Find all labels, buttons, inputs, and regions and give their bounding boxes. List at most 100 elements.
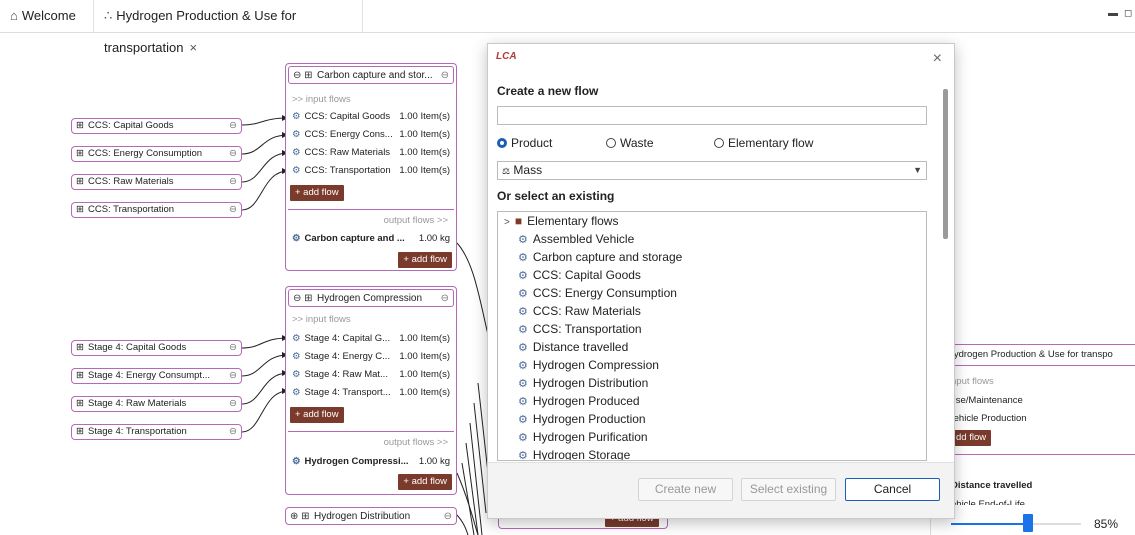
add-output-flow-button[interactable]: + add flow <box>398 474 452 490</box>
radio-elementary-flow[interactable]: Elementary flow <box>714 136 813 150</box>
tree-item[interactable]: ⚙ Carbon capture and storage <box>518 248 682 266</box>
add-input-flow-button[interactable]: + add flow <box>290 407 344 423</box>
output-flow-row[interactable]: ⚙ Carbon capture and ... 1.00 kg <box>292 230 450 248</box>
flow-icon: ⚙ <box>518 288 528 300</box>
output-flow-row[interactable]: ⚙ Hydrogen Compressi... 1.00 kg <box>292 453 450 471</box>
tab-welcome[interactable]: ⌂ Welcome <box>10 0 76 32</box>
tree-label: Distance travelled <box>532 340 629 354</box>
select-existing-button[interactable]: Select existing <box>741 478 836 501</box>
collapse-icon[interactable]: ⊖ <box>229 175 237 189</box>
input-flow-row[interactable]: ⚙ CCS: Raw Materials 1.00 Item(s) <box>292 144 450 162</box>
tree-item[interactable]: ⚙ CCS: Raw Materials <box>518 302 641 320</box>
node-hydrogen-compression[interactable]: ⊖ ⊞ Hydrogen Compression ⊖ >> input flows … <box>285 286 457 495</box>
flow-icon: ⚙ <box>518 306 528 318</box>
flow-amount: 1.00 Item(s) <box>399 111 450 122</box>
tab-hydrogen-model[interactable]: ∴ Hydrogen Production & Use for transport… <box>93 0 363 55</box>
cancel-button[interactable]: Cancel <box>845 478 940 501</box>
process-icon: ⊞ <box>76 342 84 353</box>
input-flow-row[interactable]: ⚙ CCS: Energy Cons... 1.00 Item(s) <box>292 126 450 144</box>
node-header[interactable]: ⊕ ⊞ Hydrogen Distribution ⊖ <box>286 508 456 524</box>
flow-name: CCS: Capital Goods <box>304 111 391 122</box>
radio-waste[interactable]: Waste <box>606 136 654 150</box>
tree-item[interactable]: ⚙ CCS: Energy Consumption <box>518 284 677 302</box>
flow-name: CCS: Transportation <box>304 165 391 176</box>
collapse-icon[interactable]: ⊖ <box>229 425 237 439</box>
add-input-flow-button[interactable]: + add flow <box>290 185 344 201</box>
input-flow-row[interactable]: ⚙ Stage 4: Capital G... 1.00 Item(s) <box>292 330 450 348</box>
collapse-icon[interactable]: ⊖ <box>444 508 452 524</box>
node-label: Stage 4: Raw Materials <box>88 398 187 409</box>
process-icon: ⊞ <box>76 120 84 131</box>
flow-icon: ⚙ <box>518 342 528 354</box>
create-new-button[interactable]: Create new <box>638 478 733 501</box>
collapse-icon[interactable]: ⊖ <box>229 119 237 133</box>
collapse-icon[interactable]: ⊖ <box>229 341 237 355</box>
flow-icon: ⚙ <box>292 233 301 244</box>
output-flow-row[interactable]: Distance travelled <box>951 480 1032 491</box>
collapse-icon[interactable]: ⊖ <box>229 397 237 411</box>
node-stage4-energy[interactable]: ⊞ Stage 4: Energy Consumpt... ⊖ <box>71 368 242 384</box>
node-stage4-capital-goods[interactable]: ⊞ Stage 4: Capital Goods ⊖ <box>71 340 242 356</box>
add-flow-button[interactable]: dd flow <box>951 430 992 446</box>
close-icon[interactable]: × <box>933 50 942 68</box>
node-carbon-capture[interactable]: ⊖ ⊞ Carbon capture and stor... ⊖ >> input … <box>285 63 457 271</box>
input-flow-row[interactable]: ⚙ Stage 4: Raw Mat... 1.00 Item(s) <box>292 366 450 384</box>
tree-item[interactable]: ⚙ CCS: Transportation <box>518 320 642 338</box>
tree-item[interactable]: ⚙ CCS: Capital Goods <box>518 266 641 284</box>
node-ccs-capital-goods[interactable]: ⊞ CCS: Capital Goods ⊖ <box>71 118 242 134</box>
flow-amount: 1.00 Item(s) <box>399 351 450 362</box>
flow-amount: 1.00 Item(s) <box>399 333 450 344</box>
flow-icon: ⚙ <box>292 147 301 158</box>
tree-item[interactable]: ⚙ Hydrogen Storage <box>518 446 631 461</box>
collapse-icon[interactable]: ⊖ <box>229 369 237 383</box>
tree-label: Elementary flows <box>527 214 619 228</box>
tree-item[interactable]: ⚙ Distance travelled <box>518 338 628 356</box>
flow-name: Stage 4: Raw Mat... <box>304 369 388 380</box>
tree-label: Hydrogen Produced <box>532 394 640 408</box>
flow-amount: 1.00 kg <box>418 233 450 244</box>
node-header[interactable]: ⊞Hydrogen Production & Use for transpo <box>931 344 1135 366</box>
dialog-scrollbar[interactable] <box>943 89 948 239</box>
collapse-icon[interactable]: ⊖ <box>229 147 237 161</box>
node-stage4-raw-materials[interactable]: ⊞ Stage 4: Raw Materials ⊖ <box>71 396 242 412</box>
flow-name-input[interactable] <box>497 106 927 125</box>
output-flow-row-partial: ehicle End-of-Life <box>951 499 1025 505</box>
node-header[interactable]: ⊖ ⊞ Carbon capture and stor... ⊖ <box>288 66 454 84</box>
collapse-icon[interactable]: ⊖ <box>441 290 449 306</box>
tree-folder-elementary-flows[interactable]: > ■ Elementary flows <box>504 212 618 230</box>
tree-item[interactable]: ⚙ Hydrogen Compression <box>518 356 659 374</box>
collapse-icon[interactable]: ⊖ <box>229 203 237 217</box>
tree-item[interactable]: ⚙ Hydrogen Distribution <box>518 374 648 392</box>
input-flow-row[interactable]: ⚙ Stage 4: Transport... 1.00 Item(s) <box>292 384 450 402</box>
flow-property-select[interactable]: ⚖ Mass ▼ <box>497 161 927 180</box>
radio-product[interactable]: Product <box>497 136 552 150</box>
tree-label: CCS: Energy Consumption <box>532 286 677 300</box>
tree-item[interactable]: ⚙ Assembled Vehicle <box>518 230 634 248</box>
zoom-slider-thumb[interactable] <box>1023 514 1033 532</box>
node-hydrogen-distribution[interactable]: ⊕ ⊞ Hydrogen Distribution ⊖ <box>285 507 457 525</box>
process-icon: ⊞ <box>76 176 84 187</box>
input-flow-row[interactable]: Jse/Maintenance <box>951 395 1023 406</box>
tree-item[interactable]: ⚙ Hydrogen Production <box>518 410 646 428</box>
minimize-icon[interactable]: ▬ <box>1108 8 1118 19</box>
input-flow-row[interactable]: ⚙ Stage 4: Energy C... 1.00 Item(s) <box>292 348 450 366</box>
node-header[interactable]: ⊖ ⊞ Hydrogen Compression ⊖ <box>288 289 454 307</box>
divider <box>288 209 454 210</box>
existing-flows-tree[interactable]: > ■ Elementary flows ⚙ Assembled Vehicle ⚙ C… <box>497 211 927 461</box>
tree-item[interactable]: ⚙ Hydrogen Produced <box>518 392 640 410</box>
add-output-flow-button[interactable]: + add flow <box>398 252 452 268</box>
node-ccs-energy-consumption[interactable]: ⊞ CCS: Energy Consumption ⊖ <box>71 146 242 162</box>
node-ccs-raw-materials[interactable]: ⊞ CCS: Raw Materials ⊖ <box>71 174 242 190</box>
input-flow-row[interactable]: /ehicle Production <box>951 413 1027 424</box>
tree-label: Hydrogen Storage <box>532 448 631 461</box>
node-ccs-transportation[interactable]: ⊞ CCS: Transportation ⊖ <box>71 202 242 218</box>
editor-tab-bar: ⌂ Welcome ∴ Hydrogen Production & Use for … <box>0 0 1135 55</box>
tree-item[interactable]: ⚙ Hydrogen Purification <box>518 428 648 446</box>
graph-icon: ∴ <box>104 8 113 23</box>
maximize-icon[interactable]: ◻ <box>1124 8 1132 19</box>
flow-icon: ⚙ <box>292 387 301 398</box>
input-flow-row[interactable]: ⚙ CCS: Capital Goods 1.00 Item(s) <box>292 108 450 126</box>
input-flow-row[interactable]: ⚙ CCS: Transportation 1.00 Item(s) <box>292 162 450 180</box>
node-stage4-transportation[interactable]: ⊞ Stage 4: Transportation ⊖ <box>71 424 242 440</box>
collapse-icon[interactable]: ⊖ <box>441 67 449 83</box>
